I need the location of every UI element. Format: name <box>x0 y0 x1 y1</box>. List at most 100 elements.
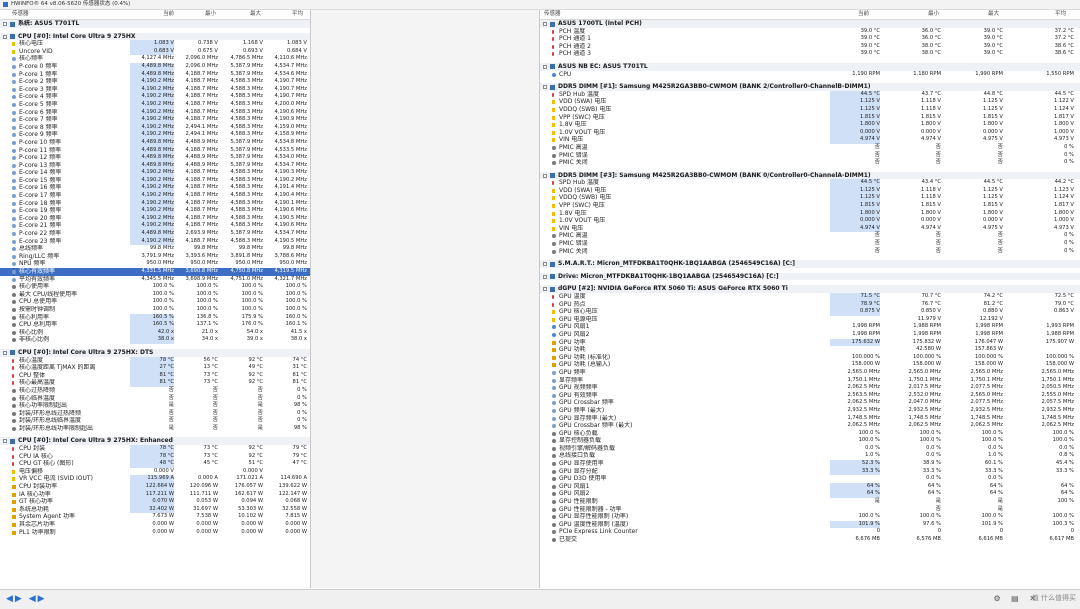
sensor-row[interactable]: PMIC 高温 否 否 否 0 % <box>540 144 1080 152</box>
sensor-group-header[interactable]: Drive: Micron_MTFDKBA1T0QHK-1BQ1AABGA (2… <box>540 272 1080 281</box>
sensor-row[interactable]: 核心有效频率 4,331.5 MHz 3,690.8 MHz 4,750.8 MHz 4… <box>0 268 310 276</box>
sensor-row[interactable]: GPU 风扇2 64 % 64 % 64 % 64 % <box>540 490 1080 499</box>
sensor-row[interactable]: PCH 通道 3 39.0 °C 38.0 °C 39.0 °C 38.6 °C <box>540 50 1080 58</box>
expand-collapse-icon[interactable] <box>3 34 7 39</box>
sensor-row[interactable]: E-core 18 频率 4,190.2 MHz 4,188.7 MHz 4,588.… <box>0 199 310 208</box>
sensor-row[interactable]: 核心功率限制超出 是 否 是 98 % <box>0 402 310 410</box>
expand-collapse-icon[interactable] <box>543 262 547 267</box>
expand-collapse-icon[interactable] <box>543 85 547 90</box>
sensor-row[interactable]: 按需时钟调制 100.0 % 100.0 % 100.0 % 100.0 % <box>0 306 310 314</box>
sensor-row[interactable]: GPU 温度 71.5 °C 70.7 °C 74.2 °C 72.5 °C <box>540 293 1080 301</box>
sensor-row[interactable]: PCH 通道 2 39.0 °C 38.0 °C 39.0 °C 38.6 °C <box>540 43 1080 51</box>
sensor-row[interactable]: 核心最高温度 81 °C 73 °C 92 °C 81 °C <box>0 379 310 387</box>
sensor-row[interactable]: 核心临界温度 否 否 否 0 % <box>0 395 310 403</box>
sensor-row[interactable]: 1.8V 电压 1.800 V 1.800 V 1.800 V 1.800 V <box>540 121 1080 129</box>
sensor-group-header[interactable]: DDR5 DIMM [#3]: Samsung M425R2GA3BB0-CWM… <box>540 171 1080 180</box>
sensor-row[interactable]: GPU 风扇1 64 % 64 % 64 % 64 % <box>540 482 1080 491</box>
sensor-row[interactable]: 已提交 6,676 MB 6,576 MB 6,616 MB 6,617 MB <box>540 536 1080 544</box>
sensor-row[interactable]: CPU 1,190 RPM 1,180 RPM 1,990 RPM 1,550 RPM <box>540 71 1080 79</box>
sensor-row[interactable]: E-core 16 频率 4,190.2 MHz 4,188.7 MHz 4,588.… <box>0 184 310 193</box>
sensor-group-header[interactable]: DDR5 DIMM [#1]: Samsung M425R2GA3BB0-CWM… <box>540 83 1080 91</box>
sensor-row[interactable]: 核心利用率 160.5 % 136.8 % 175.9 % 160.0 % <box>0 313 310 322</box>
sensor-row[interactable]: 核心电压 1.083 V 0.738 V 1.168 V 1.083 V <box>0 40 310 48</box>
sensor-row[interactable]: GPU 视频频率 2,062.5 MHz 2,017.5 MHz 2,077.5 MH… <box>540 384 1080 392</box>
sensor-row[interactable]: PMIC 关闭 否 否 否 0 % <box>540 159 1080 167</box>
sensor-row[interactable]: E-core 3 频率 4,190.2 MHz 4,188.7 MHz 4,588.3… <box>0 85 310 94</box>
sensor-row[interactable]: SPD Hub 温度 44.5 °C 43.4 °C 44.5 °C 44.2 °C <box>540 179 1080 187</box>
sensor-row[interactable]: P-core 11 频率 4,489.8 MHz 4,188.7 MHz 5,387.… <box>0 146 310 155</box>
sensor-row[interactable]: 封装/环形总线过热降频 否 否 否 0 % <box>0 410 310 418</box>
sensor-row[interactable]: GPU 频率 2,565.0 MHz 2,565.0 MHz 2,565.0 MHz 2… <box>540 369 1080 377</box>
sensor-row[interactable]: PMIC 关闭 否 否 否 0 % <box>540 248 1080 256</box>
col-sensor[interactable]: 传感器 <box>544 10 561 19</box>
sensor-row[interactable]: E-core 4 频率 4,190.2 MHz 4,188.7 MHz 4,588.3… <box>0 93 310 101</box>
sensor-row[interactable]: GPU Crossbar 频率 (最大) 2,062.5 MHz 2,062.5 M… <box>540 422 1080 430</box>
sensor-row[interactable]: E-core 7 频率 4,190.2 MHz 4,188.7 MHz 4,588.3… <box>0 116 310 124</box>
sensor-row[interactable]: 非核心比例 38.0 x 34.0 x 39.0 x 38.0 x <box>0 336 310 344</box>
sensor-row[interactable]: 核心频率 4,127.4 MHz 2,096.0 MHz 4,786.5 MHz 4,1… <box>0 55 310 63</box>
sensor-row[interactable]: PCH 通道 1 39.0 °C 36.0 °C 39.0 °C 37.2 °C <box>540 35 1080 43</box>
sensor-group-header[interactable]: ASUS NB EC: ASUS T701TL <box>540 62 1080 71</box>
sensor-row[interactable]: GPU 核心电压 0.875 V 0.850 V 0.880 V 0.863 V <box>540 308 1080 316</box>
sensor-row[interactable]: GPU 功耗 42.580 W 157.863 W <box>540 346 1080 354</box>
col-current[interactable]: 当前 <box>858 10 869 19</box>
sensor-row[interactable]: GPU 风扇1 1,998 RPM 1,988 RPM 1,998 RPM 1,993 … <box>540 323 1080 331</box>
sensor-row[interactable]: GPU 热点 78.9 °C 76.7 °C 81.2 °C 79.0 °C <box>540 300 1080 309</box>
sensor-row[interactable]: P-core 12 频率 4,489.8 MHz 4,488.9 MHz 5,387.… <box>0 154 310 162</box>
sensor-row[interactable]: 其余芯片功率 0.000 W 0.000 W 0.000 W 0.000 W <box>0 521 310 529</box>
sensor-row[interactable]: GPU 核心负载 100.0 % 100.0 % 100.0 % 100.0 % <box>540 430 1080 438</box>
sensor-row[interactable]: NPU 频率 950.0 MHz 950.0 MHz 950.0 MHz 950.0 M… <box>0 260 310 268</box>
col-current[interactable]: 当前 <box>163 10 174 19</box>
sensor-row[interactable]: 核心使用率 100.0 % 100.0 % 100.0 % 100.0 % <box>0 283 310 291</box>
sensor-row[interactable]: E-core 20 频率 4,190.2 MHz 4,188.7 MHz 4,588.… <box>0 214 310 223</box>
sensor-row[interactable]: VPP (SWC) 电压 1.815 V 1.815 V 1.815 V 1.817 V <box>540 202 1080 210</box>
col-max[interactable]: 最大 <box>250 10 261 19</box>
sensor-row[interactable]: GPU 功率 175.632 W 175.832 W 176.047 W 175.907… <box>540 338 1080 347</box>
sensor-row[interactable]: 封装/环形总线功率限制超出 是 否 是 98 % <box>0 425 310 433</box>
col-min[interactable]: 最小 <box>928 10 939 19</box>
col-min[interactable]: 最小 <box>205 10 216 19</box>
sensor-row[interactable]: GPU Crossbar 频率 2,062.5 MHz 2,047.0 MHz 2,0… <box>540 399 1080 407</box>
sensor-row[interactable]: CPU 总利用率 160.5 % 137.1 % 176.0 % 160.1 % <box>0 321 310 329</box>
sensor-row[interactable]: Uncore VID 0.683 V 0.675 V 0.693 V 0.684 V <box>0 47 310 56</box>
expand-collapse-icon[interactable] <box>543 173 547 178</box>
sensor-row[interactable]: VPP (SWC) 电压 1.815 V 1.815 V 1.815 V 1.817 V <box>540 113 1080 122</box>
sensor-row[interactable]: GPU 有效频率 2,563.5 MHz 2,532.0 MHz 2,565.0 MH… <box>540 392 1080 400</box>
sensor-row[interactable]: GPU 显存频率 (最大) 1,748.5 MHz 1,748.5 MHz 1,748… <box>540 415 1080 423</box>
sensor-row[interactable]: P-core 1 频率 4,489.8 MHz 4,188.7 MHz 5,387.9… <box>0 70 310 79</box>
expand-collapse-icon[interactable] <box>3 22 7 26</box>
sensor-row[interactable]: PL1 功率限制 0.000 W 0.000 W 0.000 W 0.000 W <box>0 529 310 537</box>
sensor-row[interactable]: PMIC 错误 否 否 否 0 % <box>540 240 1080 248</box>
sensor-row[interactable]: VIN 电压 4.974 V 4.974 V 4.975 V 4.973 V <box>540 136 1080 144</box>
sensor-row[interactable]: CPU 封装功率 122.664 W 120.096 W 176.057 W 139.6… <box>0 483 310 491</box>
sensor-row[interactable]: VDD (SWA) 电压 1.125 V 1.118 V 1.125 V 1.122 V <box>540 98 1080 106</box>
sensor-row[interactable]: 1.8V 电压 1.800 V 1.800 V 1.800 V 1.800 V <box>540 209 1080 218</box>
sensor-row[interactable]: E-core 19 频率 4,190.2 MHz 4,188.7 MHz 4,588.… <box>0 207 310 215</box>
sensor-row[interactable]: E-core 6 频率 4,190.2 MHz 4,188.7 MHz 4,588.3… <box>0 108 310 117</box>
sensor-row[interactable]: 1.0V VOUT 电压 0.000 V 0.000 V 0.000 V 1.000 V <box>540 128 1080 137</box>
sensor-row[interactable]: GPU 电源电压 11.979 V 12.192 V <box>540 316 1080 324</box>
sensor-row[interactable]: GPU D3D 使用率 0.0 % 0.0 % <box>540 475 1080 483</box>
sensor-row[interactable]: PCIe Express Link Counter 0 0 0 0 <box>540 528 1080 536</box>
pane-divider[interactable] <box>310 10 540 588</box>
sensor-row[interactable]: 最大 CPU/线程使用率 100.0 % 100.0 % 100.0 % 100.0 % <box>0 291 310 299</box>
sensor-row[interactable]: GPU 显存分配 33.3 % 33.3 % 33.3 % 33.3 % <box>540 467 1080 476</box>
sensor-group-header[interactable]: CPU [#0]: Intel Core Ultra 9 275HX <box>0 32 310 41</box>
sensor-row[interactable]: 总线接口负载 1.0 % 0.0 % 1.0 % 0.8 % <box>540 452 1080 460</box>
sensor-row[interactable]: E-core 5 频率 4,190.2 MHz 4,188.7 MHz 4,588.3… <box>0 100 310 109</box>
sensor-row[interactable]: PCH 温度 39.0 °C 36.0 °C 39.0 °C 37.2 °C <box>540 28 1080 36</box>
sensor-row[interactable]: 电压偏移 0.000 V 0.000 V <box>0 468 310 476</box>
sensor-row[interactable]: GPU 显存性能限制 (功率) 100.0 % 100.0 % 100.0 % 100.… <box>540 513 1080 521</box>
sensor-row[interactable]: SPD Hub 温度 44.5 °C 43.7 °C 44.8 °C 44.5 °C <box>540 90 1080 99</box>
sensor-row[interactable]: 总线频率 99.8 MHz 99.8 MHz 99.8 MHz 99.8 MHz <box>0 245 310 253</box>
sensor-row[interactable]: GPU 性能限制器 - 功率 否 是 <box>540 506 1080 514</box>
sensor-row[interactable]: CPU IA 核心 78 °C 73 °C 92 °C 79 °C <box>0 452 310 461</box>
sensor-row[interactable]: VDDQ (SWB) 电压 1.125 V 1.118 V 1.125 V 1.124 … <box>540 194 1080 203</box>
sensor-row[interactable]: 核心比例 42.0 x 21.0 x 54.0 x 41.5 x <box>0 328 310 337</box>
sensor-row[interactable]: P-core 13 频率 4,489.8 MHz 4,488.9 MHz 5,387.… <box>0 161 310 170</box>
sensor-group-header[interactable]: ASUS 1700TL (Intel PCH) <box>540 20 1080 28</box>
sensor-row[interactable]: GT 核心功率 0.070 W 0.053 W 0.094 W 0.068 W <box>0 498 310 506</box>
sensor-row[interactable]: 1.0V VOUT 电压 0.000 V 0.000 V 0.000 V 1.000 V <box>540 217 1080 225</box>
sensor-row[interactable]: P-core 0 频率 4,489.8 MHz 2,096.0 MHz 5,387.9… <box>0 62 310 71</box>
sensor-row[interactable]: CPU 总使用率 100.0 % 100.0 % 100.0 % 100.0 % <box>0 298 310 306</box>
